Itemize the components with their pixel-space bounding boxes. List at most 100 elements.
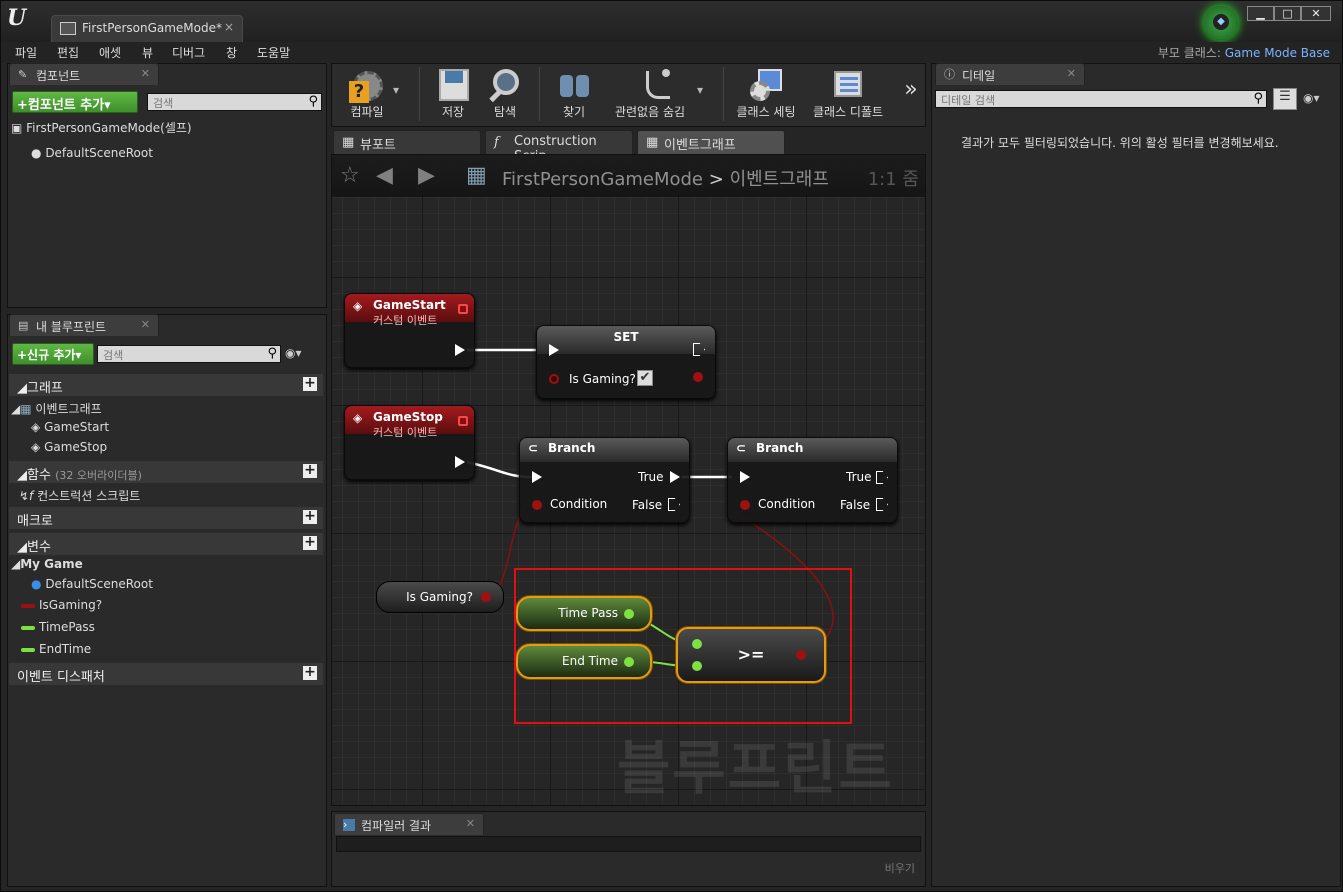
event-item-gamestop[interactable]: ◈ GameStop <box>31 440 107 454</box>
bool-in-pin[interactable] <box>549 374 559 384</box>
branch-icon: ⊂ <box>736 441 747 455</box>
more-tools-icon[interactable]: » <box>901 77 921 137</box>
details-tab-label: 디테일 <box>962 69 996 83</box>
node-header: ⊂ Branch <box>520 438 689 462</box>
graph-canvas[interactable]: ☆ ◀ ▶ ▦ FirstPersonGameMode > 이벤트그래프 1:1… <box>331 154 926 806</box>
event-item-gamestart[interactable]: ◈ GameStart <box>31 420 109 434</box>
menu-debug[interactable]: 디버그 <box>172 44 205 61</box>
variable-item[interactable]: EndTime <box>21 642 91 656</box>
isgaming-getter-node[interactable]: Is Gaming? <box>376 581 504 613</box>
event-graph-item[interactable]: ◢▦ 이벤트그래프 <box>11 400 102 417</box>
parent-class-link[interactable]: Game Mode Base <box>1225 46 1330 60</box>
close-panel-icon[interactable]: ✕ <box>1067 67 1076 80</box>
class-settings-button[interactable]: 클래스 세팅 <box>735 65 797 125</box>
set-node[interactable]: SET Is Gaming? ✔ <box>536 325 716 399</box>
delegate-pin-icon[interactable] <box>458 304 468 314</box>
menu-edit[interactable]: 편집 <box>57 44 79 61</box>
details-search-input[interactable]: 디테일 검색 ⚲ <box>935 90 1267 108</box>
menu-window[interactable]: 창 <box>226 44 237 61</box>
node-title: GameStart <box>373 298 446 312</box>
compiler-log <box>336 836 921 852</box>
browse-button[interactable]: 탐색 <box>481 65 529 125</box>
visibility-eye-icon[interactable]: ◉▾ <box>285 346 302 360</box>
branch-icon: ⊂ <box>528 441 539 455</box>
gamestart-node[interactable]: ◈ GameStart 커스텀 이벤트 <box>344 293 475 368</box>
bool-out-pin[interactable] <box>481 592 491 602</box>
category-event-dispatchers[interactable]: 이벤트 디스패처 + <box>9 663 323 685</box>
compiler-results-tab[interactable]: › 컴파일러 결과 ✕ <box>334 813 484 835</box>
my-blueprint-tab[interactable]: ▤ 내 블루프린트 ✕ <box>9 314 159 336</box>
bool-out-pin[interactable] <box>693 372 703 382</box>
component-root[interactable]: ▣ FirstPersonGameMode(셀프) <box>11 119 192 136</box>
functions-note: (32 오버라이더블) <box>55 469 142 482</box>
node-subtitle: 커스텀 이벤트 <box>373 314 438 327</box>
find-button[interactable]: 찾기 <box>551 65 597 125</box>
add-macro-icon[interactable]: + <box>303 509 317 524</box>
menu-help[interactable]: 도움말 <box>257 44 290 61</box>
document-tab[interactable]: FirstPersonGameMode* × <box>51 15 243 42</box>
highlight-box <box>514 568 852 724</box>
add-variable-icon[interactable]: + <box>303 535 317 550</box>
exec-out-pin[interactable] <box>455 456 465 468</box>
maximize-button[interactable]: □ <box>1274 6 1301 21</box>
tab-construction-script[interactable]: fConstruction Scrip <box>485 130 633 164</box>
close-panel-icon[interactable]: ✕ <box>141 318 150 331</box>
add-dispatcher-icon[interactable]: + <box>303 665 317 680</box>
clear-button[interactable]: 비우기 <box>885 860 915 876</box>
category-functions[interactable]: ◢함수 (32 오버라이더블) + <box>9 461 323 483</box>
gamestop-node[interactable]: ◈ GameStop 커스텀 이벤트 <box>344 405 475 480</box>
close-tab-icon[interactable]: × <box>224 20 234 34</box>
blueprint-search-input[interactable]: 검색 ⚲ <box>97 345 281 363</box>
components-search-input[interactable]: 검색 ⚲ <box>147 93 322 111</box>
details-search-placeholder: 디테일 검색 <box>941 94 996 107</box>
add-component-button[interactable]: +컴포넌트 추가▾ <box>12 91 138 113</box>
variable-item[interactable]: TimePass <box>21 620 95 634</box>
save-label: 저장 <box>441 105 465 119</box>
component-default-scene-root[interactable]: ● DefaultSceneRoot <box>31 146 153 160</box>
condition-pin[interactable] <box>740 500 750 510</box>
exec-out-pin[interactable] <box>455 344 465 356</box>
components-search-placeholder: 검색 <box>153 97 174 110</box>
exec-true-pin[interactable] <box>670 471 680 483</box>
exec-in-pin[interactable] <box>740 471 750 483</box>
source-control-icon[interactable]: ◆ <box>1204 6 1238 40</box>
branch-node[interactable]: ⊂ Branch True Condition False <box>727 437 898 523</box>
close-panel-icon[interactable]: ✕ <box>466 817 475 830</box>
exec-in-pin[interactable] <box>532 471 542 483</box>
category-graphs[interactable]: ◢그래프 + <box>9 374 323 396</box>
checkbox[interactable]: ✔ <box>637 370 653 386</box>
tab-event-graph[interactable]: ▦ 이벤트그래프 <box>637 130 785 154</box>
class-defaults-button[interactable]: 클래스 디폴트 <box>809 65 887 125</box>
save-button[interactable]: 저장 <box>431 65 475 125</box>
graph-icon: ▦ <box>20 402 32 416</box>
delegate-pin-icon[interactable] <box>458 416 468 426</box>
visibility-eye-icon[interactable]: ◉▾ <box>1303 91 1320 105</box>
close-button[interactable]: ✕ <box>1301 6 1331 21</box>
add-function-icon[interactable]: + <box>303 463 317 478</box>
hide-unrelated-button[interactable]: 관련없음 숨김 <box>601 65 699 125</box>
menu-view[interactable]: 뷰 <box>142 44 153 61</box>
condition-pin[interactable] <box>532 500 542 510</box>
exec-in-pin[interactable] <box>549 344 559 356</box>
toolbar-separator <box>539 67 540 121</box>
exec-false-pin[interactable] <box>668 498 680 511</box>
branch-node[interactable]: ⊂ Branch True Condition False <box>519 437 690 523</box>
exec-true-pin[interactable] <box>876 471 888 484</box>
add-new-button[interactable]: +신규 추가▾ <box>12 343 94 365</box>
minimize-button[interactable]: ▁ <box>1247 6 1274 21</box>
property-matrix-icon[interactable]: ☰ <box>1273 88 1297 110</box>
exec-false-pin[interactable] <box>876 498 888 511</box>
tab-viewport[interactable]: ▦ 뷰포트 <box>333 130 481 154</box>
variable-group[interactable]: ◢My Game <box>11 557 83 571</box>
category-variables[interactable]: ◢변수 + <box>9 533 323 555</box>
close-panel-icon[interactable]: ✕ <box>141 67 150 80</box>
variable-item[interactable]: IsGaming? <box>21 598 102 612</box>
components-tab[interactable]: ✎ 컴포넌트 ✕ <box>9 63 159 85</box>
construction-script-item[interactable]: ↯f 컨스트럭션 스크립트 <box>19 487 140 504</box>
add-graph-icon[interactable]: + <box>303 376 317 391</box>
category-macros[interactable]: 매크로 + <box>9 507 323 529</box>
menu-asset[interactable]: 애셋 <box>99 44 121 61</box>
details-tab[interactable]: ⓘ 디테일 ✕ <box>935 63 1085 85</box>
menu-file[interactable]: 파일 <box>15 44 37 61</box>
variable-item[interactable]: ● DefaultSceneRoot <box>31 577 153 591</box>
